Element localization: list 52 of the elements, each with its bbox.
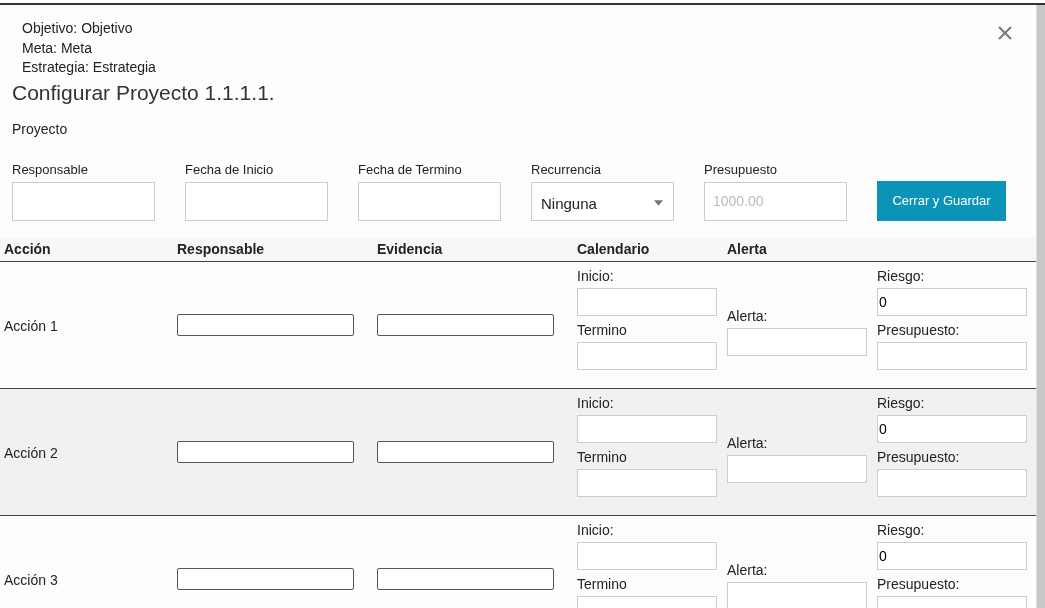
- date-field[interactable]: [577, 414, 717, 443]
- table-cell-text: Acción 3: [3, 570, 59, 590]
- table-cell-text: Acción 1: [3, 316, 59, 336]
- date-field[interactable]: [577, 341, 717, 370]
- input-field[interactable]: 0: [877, 414, 1027, 443]
- field-label: Recurrencia: [531, 161, 603, 177]
- column-header: Alerta: [727, 241, 768, 257]
- table-cell-text: Acción 2: [3, 443, 59, 463]
- context-line: Objetivo: Objetivo: [22, 19, 134, 38]
- dialog-title: Configurar Proyecto 1.1.1.1.: [11, 79, 276, 106]
- input-field[interactable]: [177, 567, 354, 590]
- input-field[interactable]: [177, 440, 354, 463]
- input-field[interactable]: 0: [877, 287, 1027, 316]
- context-line: Meta: Meta: [22, 38, 94, 58]
- field-label: Riesgo:: [877, 521, 926, 538]
- input-field[interactable]: [377, 440, 554, 463]
- field-label: Presupuesto:: [877, 321, 961, 338]
- field-label: Alerta:: [727, 561, 769, 578]
- input-field[interactable]: 0: [877, 541, 1027, 570]
- field-label: Inicio:: [577, 267, 615, 284]
- scrollbar[interactable]: [1036, 5, 1045, 608]
- column-header: Calendario: [577, 241, 651, 257]
- recurrence-dropdown[interactable]: Ninguna: [531, 181, 674, 221]
- field-label: Fecha de Inicio: [185, 161, 275, 177]
- field-label: Responsable: [12, 161, 89, 177]
- field-label: Inicio:: [577, 521, 615, 538]
- field-label: Inicio:: [577, 394, 615, 411]
- input-field[interactable]: [177, 313, 354, 336]
- field-label: Riesgo:: [877, 394, 926, 411]
- section-label: Proyecto: [11, 119, 69, 137]
- column-header: Acción: [3, 241, 52, 257]
- field-label: Termino: [577, 448, 628, 465]
- field-label: Fecha de Termino: [358, 161, 463, 177]
- date-field[interactable]: [577, 287, 717, 316]
- input-field[interactable]: [377, 313, 554, 336]
- field-label: Alerta:: [727, 307, 769, 324]
- date-field[interactable]: [577, 468, 717, 497]
- field-label: Alerta:: [727, 434, 769, 451]
- save-button[interactable]: Cerrar y Guardar: [877, 180, 1006, 221]
- column-header: Responsable: [177, 241, 266, 257]
- field-label: Riesgo:: [877, 267, 926, 284]
- field-label: Presupuesto:: [877, 575, 961, 592]
- field-label: Termino: [577, 575, 628, 592]
- input-field[interactable]: [377, 567, 554, 590]
- close-icon: [998, 26, 1012, 40]
- column-header: Evidencia: [377, 241, 444, 257]
- date-field[interactable]: [577, 541, 717, 570]
- caret-icon: [654, 200, 663, 206]
- field-label: Presupuesto:: [877, 448, 961, 465]
- field-label: Presupuesto: [704, 161, 778, 177]
- context-line: Estrategia: Estrategia: [22, 58, 156, 77]
- field-label: Termino: [577, 321, 628, 338]
